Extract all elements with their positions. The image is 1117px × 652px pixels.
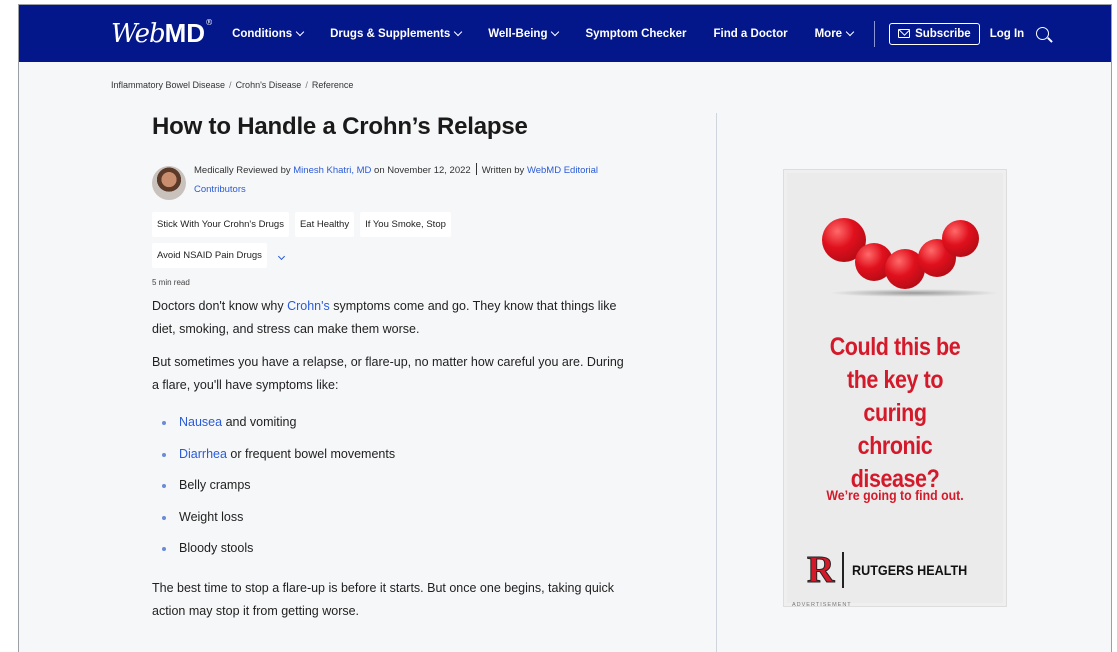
chevron-down-icon <box>295 27 305 37</box>
toc-item[interactable]: Stick With Your Crohn's Drugs <box>152 212 289 237</box>
article-paragraph: The best time to stop a flare-up is befo… <box>152 580 615 618</box>
ad-subline: We’re going to find out. <box>826 487 964 503</box>
breadcrumb-item[interactable]: Reference <box>312 80 354 90</box>
article: How to Handle a Crohn’s Relapse Medicall… <box>152 113 632 633</box>
rutgers-r-logo: R <box>806 549 835 591</box>
column-divider <box>716 113 717 652</box>
subscribe-button[interactable]: Subscribe <box>889 22 980 45</box>
nav-item-well-being[interactable]: Well-Being <box>488 27 560 40</box>
toc-expand-chevron-icon[interactable] <box>277 252 285 261</box>
nausea-link[interactable]: Nausea <box>179 415 222 429</box>
nav-item-symptom-checker[interactable]: Symptom Checker <box>585 28 686 40</box>
chevron-down-icon <box>454 27 463 37</box>
chevron-down-icon <box>845 27 855 37</box>
browser-viewport: WebMD® Conditions Drugs & Supplements We… <box>18 4 1112 652</box>
symptom-list: Nausea and vomiting Diarrhea or frequent… <box>162 407 632 565</box>
top-navigation: WebMD® Conditions Drugs & Supplements We… <box>19 5 1111 62</box>
breadcrumb: Inflammatory Bowel Disease / Crohn's Disea… <box>111 80 354 90</box>
toc-item[interactable]: If You Smoke, Stop <box>360 212 451 237</box>
list-item: Belly cramps <box>162 470 632 502</box>
advertisement-label: ADVERTISEMENT <box>792 602 852 608</box>
list-item: Nausea and vomiting <box>162 407 632 439</box>
article-paragraph: But sometimes you have a relapse, or fla… <box>152 355 624 392</box>
toc-item[interactable]: Avoid NSAID Pain Drugs <box>152 243 267 268</box>
byline: Medically Reviewed by Minesh Khatri, MD … <box>152 161 632 200</box>
reviewer-link[interactable]: Minesh Khatri, MD <box>293 165 371 176</box>
chevron-down-icon <box>551 27 560 37</box>
breadcrumb-item[interactable]: Inflammatory Bowel Disease <box>111 80 225 90</box>
webmd-logo[interactable]: WebMD® <box>111 18 213 49</box>
breadcrumb-item[interactable]: Crohn's Disease <box>236 80 302 90</box>
list-item: Weight loss <box>162 502 632 534</box>
nav-divider <box>874 20 876 47</box>
rutgers-health-logo: R RUTGERS HEALTH <box>806 549 980 591</box>
table-of-contents: Stick With Your Crohn's Drugs Eat Health… <box>152 212 492 268</box>
logo-registered-mark: ® <box>205 18 213 27</box>
ad-shadow <box>829 289 999 297</box>
nav-item-conditions[interactable]: Conditions <box>232 27 305 40</box>
ad-red-sphere <box>942 220 979 257</box>
ad-headline: Could this be the key to curing chronic … <box>829 333 961 493</box>
advertisement[interactable]: Could this be the key to curing chronic … <box>783 169 1007 608</box>
nav-item-drugs-supplements[interactable]: Drugs & Supplements <box>330 27 463 40</box>
list-item: Bloody stools <box>162 533 632 565</box>
crohns-link[interactable]: Crohn's <box>287 299 330 313</box>
nav-item-more[interactable]: More <box>815 27 855 40</box>
nav-item-find-a-doctor[interactable]: Find a Doctor <box>713 28 787 40</box>
envelope-icon <box>898 29 911 38</box>
page-title: How to Handle a Crohn’s Relapse <box>152 113 528 140</box>
read-time: 5 min read <box>152 278 190 287</box>
toc-item[interactable]: Eat Healthy <box>294 212 355 237</box>
logo-md-text: MD <box>164 18 206 48</box>
diarrhea-link[interactable]: Diarrhea <box>179 447 227 461</box>
rutgers-health-text: RUTGERS HEALTH <box>851 562 968 578</box>
list-item: Diarrhea or frequent bowel movements <box>162 439 632 471</box>
reviewer-avatar[interactable] <box>152 166 186 200</box>
logo-web-text: Web <box>111 19 166 49</box>
article-paragraph: Doctors don't know why Crohn's symptoms … <box>152 299 617 336</box>
login-link[interactable]: Log In <box>990 28 1025 40</box>
search-icon[interactable] <box>1036 27 1050 40</box>
